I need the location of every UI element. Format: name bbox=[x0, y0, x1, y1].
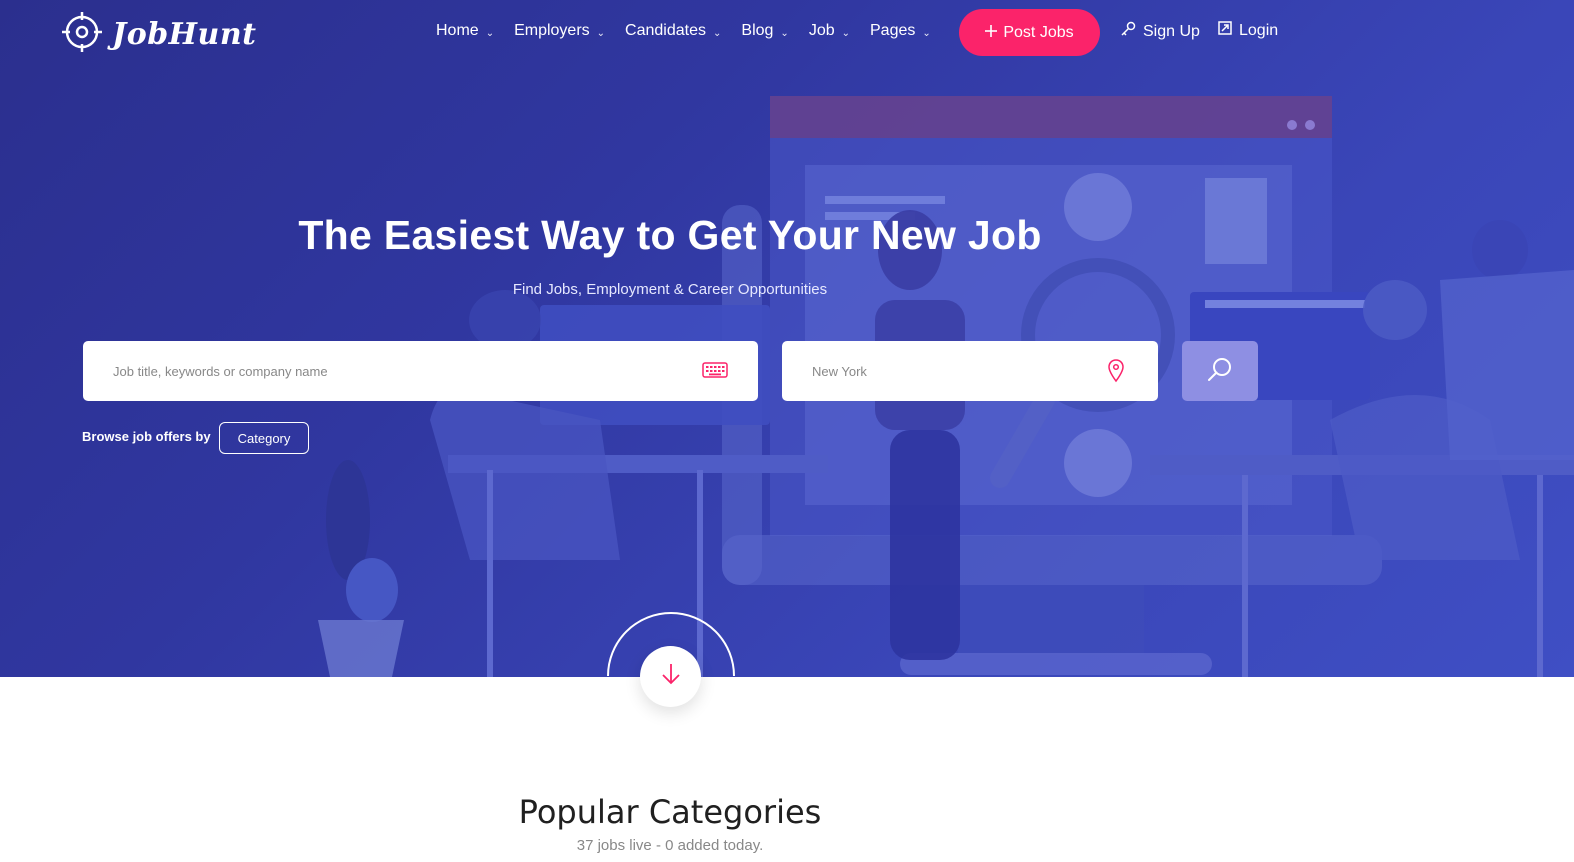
post-jobs-button[interactable]: Post Jobs bbox=[959, 9, 1100, 56]
brand-name: JobHunt bbox=[112, 17, 257, 52]
nav-item-candidates[interactable]: Candidates ⌄ bbox=[625, 22, 721, 40]
sign-up-link[interactable]: Sign Up bbox=[1120, 21, 1200, 42]
external-link-icon bbox=[1218, 21, 1232, 40]
nav-item-label: Employers bbox=[514, 22, 590, 39]
nav-item-label: Blog bbox=[741, 22, 774, 39]
chevron-down-icon: ⌄ bbox=[485, 27, 495, 39]
category-button[interactable]: Category bbox=[219, 422, 309, 454]
brand-logo[interactable]: JobHunt bbox=[62, 12, 257, 57]
nav-item-label: Home bbox=[436, 22, 479, 39]
keyword-search-field bbox=[83, 341, 758, 401]
chevron-down-icon: ⌄ bbox=[780, 27, 789, 39]
location-search-field bbox=[782, 341, 1158, 401]
keyboard-icon bbox=[702, 359, 728, 386]
login-label: Login bbox=[1239, 21, 1279, 39]
hero-subtitle: Find Jobs, Employment & Career Opportuni… bbox=[512, 281, 828, 298]
search-icon bbox=[1207, 356, 1233, 387]
nav-item-home[interactable]: Home ⌄ bbox=[436, 22, 494, 40]
scroll-down-button[interactable] bbox=[640, 646, 701, 707]
nav-item-employers[interactable]: Employers ⌄ bbox=[514, 22, 605, 40]
chevron-down-icon: ⌄ bbox=[841, 27, 850, 39]
hero-illustration bbox=[318, 96, 1574, 677]
main-nav: Home ⌄ Employers ⌄ Candidates ⌄ Blog ⌄ J… bbox=[436, 22, 951, 40]
location-input[interactable] bbox=[812, 363, 1128, 379]
search-button[interactable] bbox=[1182, 341, 1258, 401]
chevron-down-icon: ⌄ bbox=[713, 27, 722, 39]
key-icon bbox=[1120, 21, 1136, 42]
crosshair-icon bbox=[62, 12, 102, 57]
map-pin-icon bbox=[1108, 359, 1124, 388]
login-link[interactable]: Login bbox=[1218, 21, 1278, 40]
keyword-input[interactable] bbox=[113, 363, 728, 379]
popular-categories-subtitle: 37 jobs live - 0 added today. bbox=[576, 837, 764, 854]
nav-item-blog[interactable]: Blog ⌄ bbox=[741, 22, 788, 40]
browse-label: Browse job offers by bbox=[82, 429, 211, 444]
nav-item-label: Pages bbox=[870, 22, 916, 39]
plus-icon bbox=[985, 24, 998, 42]
nav-item-label: Job bbox=[808, 22, 835, 39]
arrow-down-icon bbox=[661, 662, 681, 691]
chevron-down-icon: ⌄ bbox=[596, 27, 606, 39]
sign-up-label: Sign Up bbox=[1143, 22, 1200, 40]
nav-item-job[interactable]: Job ⌄ bbox=[809, 22, 850, 40]
popular-categories-title: Popular Categories bbox=[518, 793, 822, 831]
hero-section: JobHunt Home ⌄ Employers ⌄ Candidates ⌄ … bbox=[0, 0, 1574, 677]
chevron-down-icon: ⌄ bbox=[922, 27, 931, 39]
post-jobs-label: Post Jobs bbox=[1003, 23, 1074, 41]
hero-title: The Easiest Way to Get Your New Job bbox=[298, 212, 1042, 258]
nav-item-label: Candidates bbox=[625, 22, 706, 39]
nav-item-pages[interactable]: Pages ⌄ bbox=[870, 22, 931, 40]
